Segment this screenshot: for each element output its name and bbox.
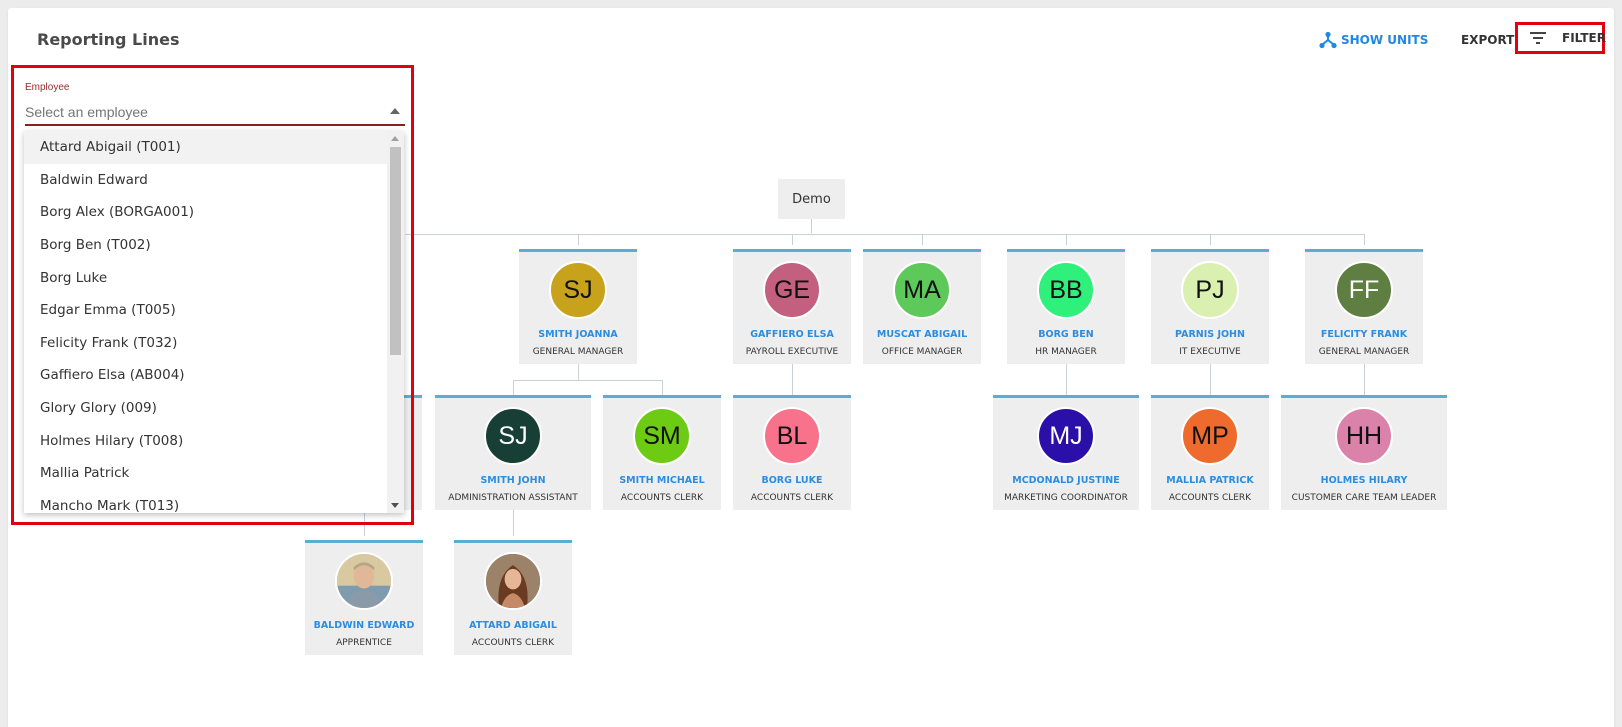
- connector: [1066, 364, 1067, 395]
- org-node[interactable]: FF FELICITY FRANK GENERAL MANAGER: [1305, 249, 1423, 364]
- connector: [922, 234, 923, 245]
- node-title: ACCOUNTS CLERK: [471, 638, 555, 648]
- show-units-button[interactable]: SHOW UNITS: [1319, 30, 1429, 50]
- node-name: MCDONALD JUSTINE: [1012, 475, 1120, 486]
- hierarchy-icon: [1319, 31, 1337, 52]
- node-name: SMITH JOANNA: [538, 329, 618, 340]
- org-node[interactable]: GE GAFFIERO ELSA PAYROLL EXECUTIVE: [733, 249, 851, 364]
- node-name: BALDWIN EDWARD: [313, 620, 415, 631]
- filter-button[interactable]: FILTER: [1515, 22, 1606, 54]
- node-title: ADMINISTRATION ASSISTANT: [448, 493, 578, 503]
- connector: [662, 380, 663, 395]
- node-name: HOLMES HILARY: [1320, 475, 1408, 486]
- node-name: MALLIA PATRICK: [1166, 475, 1254, 486]
- node-name: FELICITY FRANK: [1320, 329, 1408, 340]
- avatar-initials: HH: [1345, 421, 1383, 450]
- filter-label: FILTER: [1562, 31, 1606, 45]
- org-node[interactable]: MJ MCDONALD JUSTINE MARKETING COORDINATO…: [993, 395, 1139, 510]
- node-title: ACCOUNTS CLERK: [750, 493, 834, 503]
- org-node[interactable]: PJ PARNIS JOHN IT EXECUTIVE: [1151, 249, 1269, 364]
- node-title: GENERAL MANAGER: [1318, 347, 1410, 357]
- avatar-initials: BL: [776, 421, 808, 450]
- avatar: BL: [763, 407, 821, 465]
- org-root-node[interactable]: Demo: [778, 179, 845, 219]
- node-name: BORG BEN: [1038, 329, 1094, 340]
- connector: [811, 219, 812, 233]
- org-node[interactable]: BL BORG LUKE ACCOUNTS CLERK: [733, 395, 851, 510]
- node-title: ACCOUNTS CLERK: [620, 493, 704, 503]
- avatar-initials: GE: [773, 275, 811, 304]
- man-photo-icon: [335, 552, 393, 610]
- org-node[interactable]: SJ SMITH JOHN ADMINISTRATION ASSISTANT: [435, 395, 591, 510]
- avatar-initials: FF: [1348, 275, 1380, 304]
- connector: [1210, 234, 1211, 245]
- node-title: GENERAL MANAGER: [532, 347, 624, 357]
- page-title: Reporting Lines: [37, 30, 180, 49]
- avatar: MJ: [1037, 407, 1095, 465]
- filter-icon: [1530, 32, 1546, 47]
- avatar: FF: [1335, 261, 1393, 319]
- node-name: MUSCAT ABIGAIL: [876, 329, 968, 340]
- avatar: HH: [1335, 407, 1393, 465]
- org-node[interactable]: HH HOLMES HILARY CUSTOMER CARE TEAM LEAD…: [1281, 395, 1447, 510]
- org-node[interactable]: ATTARD ABIGAIL ACCOUNTS CLERK: [454, 540, 572, 655]
- avatar: SJ: [484, 407, 542, 465]
- org-node[interactable]: BALDWIN EDWARD APPRENTICE: [305, 540, 423, 655]
- avatar: MA: [893, 261, 951, 319]
- avatar-initials: BB: [1049, 275, 1083, 304]
- connector: [513, 380, 662, 381]
- org-node[interactable]: MP MALLIA PATRICK ACCOUNTS CLERK: [1151, 395, 1269, 510]
- avatar: MP: [1181, 407, 1239, 465]
- avatar: GE: [763, 261, 821, 319]
- avatar-initials: MJ: [1049, 421, 1083, 450]
- connector: [1066, 234, 1067, 245]
- connector: [792, 234, 793, 245]
- avatar-initials: SJ: [498, 421, 528, 450]
- avatar: SJ: [549, 261, 607, 319]
- org-node[interactable]: BB BORG BEN HR MANAGER: [1007, 249, 1125, 364]
- avatar: SM: [633, 407, 691, 465]
- node-title: CUSTOMER CARE TEAM LEADER: [1291, 493, 1437, 503]
- org-node[interactable]: SM SMITH MICHAEL ACCOUNTS CLERK: [603, 395, 721, 510]
- show-units-label: SHOW UNITS: [1341, 33, 1429, 47]
- node-name: PARNIS JOHN: [1175, 329, 1245, 340]
- node-title: MARKETING COORDINATOR: [1004, 493, 1128, 503]
- avatar-initials: MA: [903, 275, 941, 304]
- connector: [1364, 364, 1365, 395]
- connector: [1364, 234, 1365, 245]
- avatar-initials: SJ: [563, 275, 593, 304]
- connector: [513, 380, 514, 395]
- connector: [578, 364, 579, 380]
- connector: [792, 364, 793, 395]
- org-node[interactable]: MA MUSCAT ABIGAIL OFFICE MANAGER: [863, 249, 981, 364]
- node-name: BORG LUKE: [761, 475, 823, 486]
- connector: [1210, 364, 1211, 395]
- node-title: PAYROLL EXECUTIVE: [745, 347, 839, 357]
- avatar: PJ: [1181, 261, 1239, 319]
- avatar-initials: MP: [1191, 421, 1229, 450]
- org-node[interactable]: SJ SMITH JOANNA GENERAL MANAGER: [519, 249, 637, 364]
- avatar: BB: [1037, 261, 1095, 319]
- dropdown-highlight-box: [11, 65, 414, 525]
- node-name: ATTARD ABIGAIL: [469, 620, 557, 631]
- export-button[interactable]: EXPORT: [1461, 30, 1514, 50]
- node-name: SMITH JOHN: [480, 475, 546, 486]
- node-title: OFFICE MANAGER: [881, 347, 963, 357]
- node-name: GAFFIERO ELSA: [750, 329, 834, 340]
- connector: [405, 234, 1364, 235]
- node-title: HR MANAGER: [1035, 347, 1097, 357]
- avatar-initials: PJ: [1195, 275, 1225, 304]
- connector: [578, 234, 579, 245]
- node-title: ACCOUNTS CLERK: [1168, 493, 1252, 503]
- avatar-initials: SM: [643, 421, 681, 450]
- node-title: APPRENTICE: [336, 638, 392, 648]
- woman-photo-icon: [484, 552, 542, 610]
- connector: [513, 510, 514, 536]
- node-name: SMITH MICHAEL: [619, 475, 705, 486]
- node-title: IT EXECUTIVE: [1179, 347, 1241, 357]
